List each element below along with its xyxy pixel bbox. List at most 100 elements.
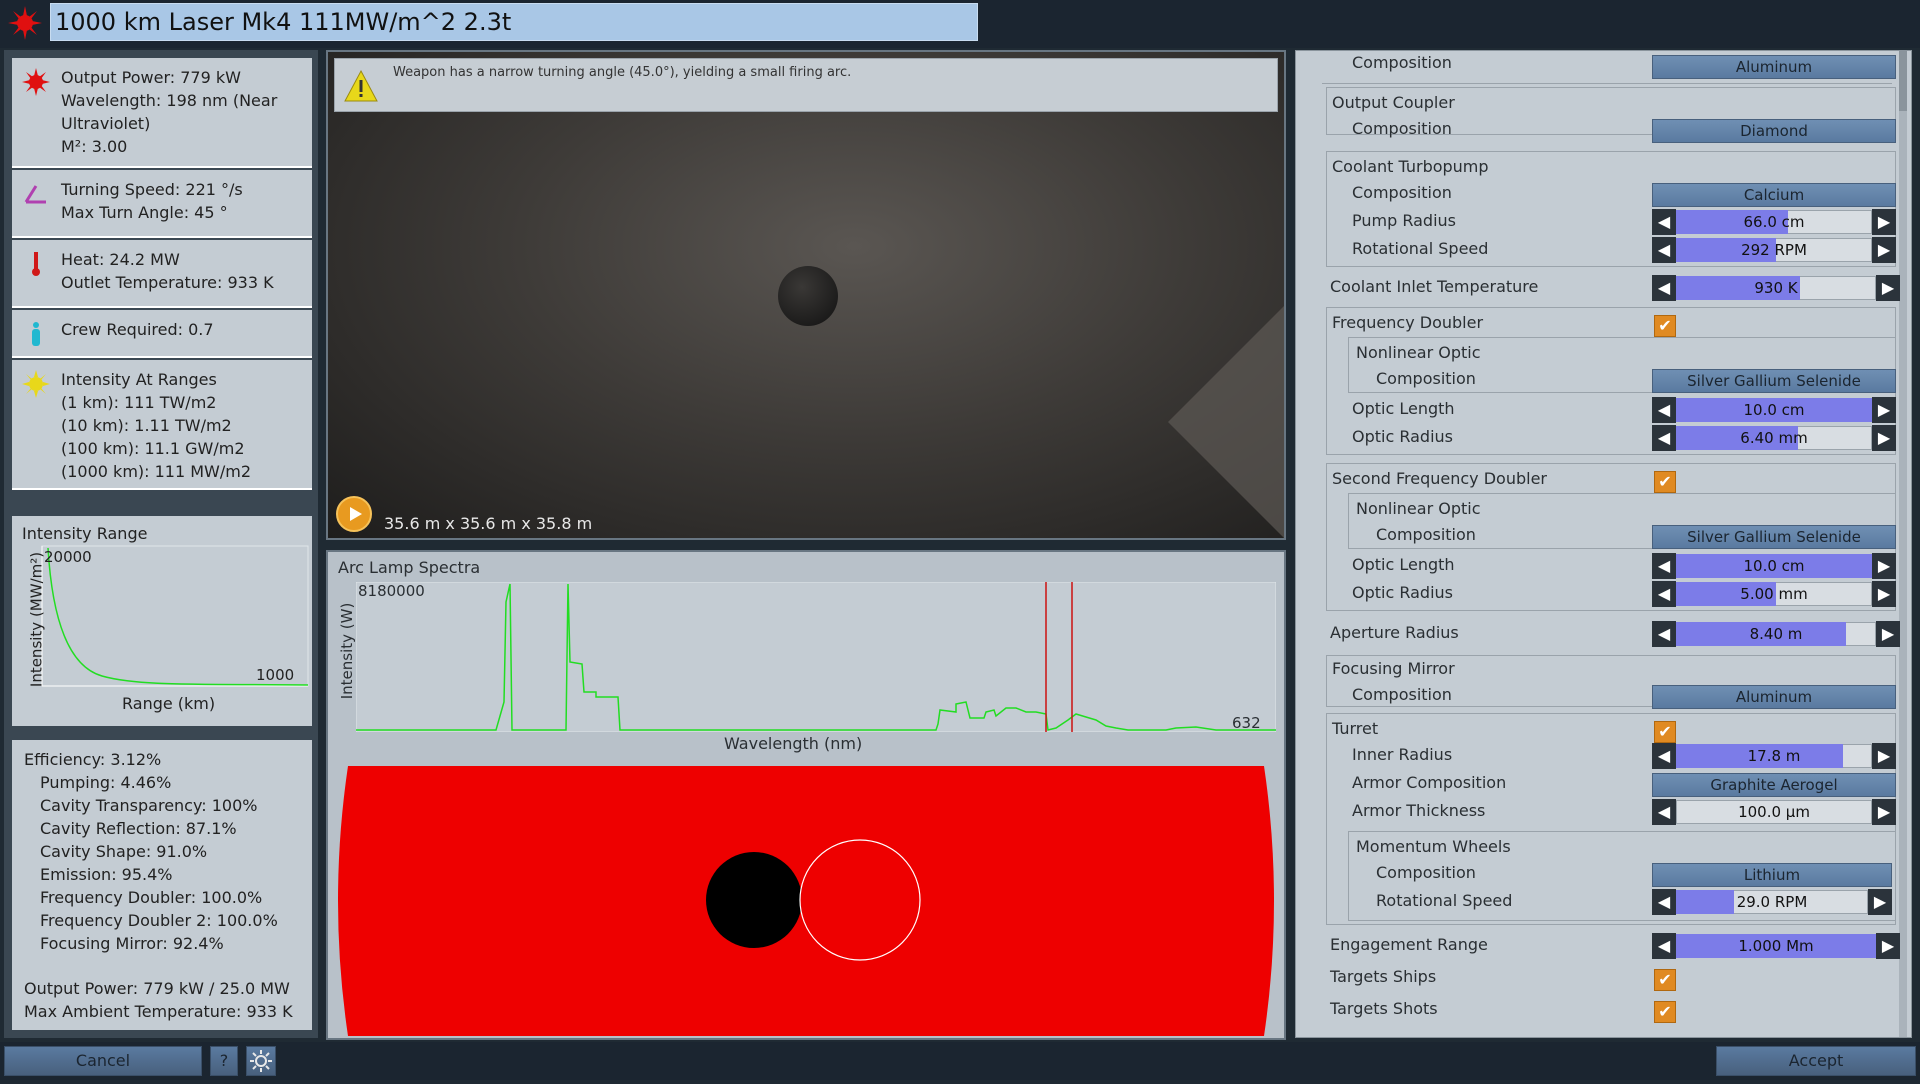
engagement-range-label: Engagement Range [1330,935,1488,954]
turret-checkbox[interactable]: ✔ [1654,721,1676,743]
play-icon [350,507,362,521]
oc-composition-label: Composition [1352,119,1452,138]
rot-speed-slider[interactable]: ◀ 292 RPM ▶ [1652,237,1896,263]
decrease-arrow-icon[interactable]: ◀ [1652,621,1676,647]
stats-panel: Output Power: 779 kW Wavelength: 198 nm … [4,50,318,1038]
decrease-arrow-icon[interactable]: ◀ [1652,933,1676,959]
laser-model [778,266,838,326]
optic-radius-slider[interactable]: ◀ 6.40 mm ▶ [1652,425,1896,451]
eff-pumping: Pumping: 4.46% [40,773,172,792]
nonlinear-optic-2-label: Nonlinear Optic [1356,499,1481,518]
decrease-arrow-icon[interactable]: ◀ [1652,237,1676,263]
decrease-arrow-icon[interactable]: ◀ [1652,553,1676,579]
coolant-inlet-slider[interactable]: ◀ 930 K ▶ [1652,275,1900,301]
optic-length-label: Optic Length [1352,399,1455,418]
laser-icon [22,68,50,96]
increase-arrow-icon[interactable]: ▶ [1868,889,1892,915]
optic-length-2-slider[interactable]: ◀ 10.0 cm ▶ [1652,553,1896,579]
decrease-arrow-icon[interactable]: ◀ [1652,275,1676,301]
intensity-xmax-label: 1000 [256,666,295,684]
targets-shots-checkbox[interactable]: ✔ [1654,1001,1676,1023]
second-freq-doubler-label: Second Frequency Doubler [1332,469,1547,488]
optic-length-slider[interactable]: ◀ 10.0 cm ▶ [1652,397,1896,423]
gear-icon [250,1050,272,1072]
settings-button[interactable] [246,1046,276,1076]
increase-arrow-icon[interactable]: ▶ [1872,397,1896,423]
armor-composition-select[interactable]: Graphite Aerogel [1652,773,1896,797]
intensity-xlabel: Range (km) [122,694,216,713]
momentum-wheels-label: Momentum Wheels [1356,837,1511,856]
ct-composition-select[interactable]: Calcium [1652,183,1896,207]
cancel-button[interactable]: Cancel [4,1046,202,1076]
increase-arrow-icon[interactable]: ▶ [1872,799,1896,825]
output-coupler-label: Output Coupler [1332,93,1455,112]
fm-composition-label: Composition [1352,685,1452,704]
increase-arrow-icon[interactable]: ▶ [1876,621,1900,647]
top-composition-select[interactable]: Aluminum [1652,55,1896,79]
model-dimensions: 35.6 m x 35.6 m x 35.8 m [384,514,593,533]
aperture-label: Aperture Radius [1330,623,1459,642]
intensity-ymax-label: 20000 [44,548,92,566]
armor-thickness-slider[interactable]: ◀ 100.0 µm ▶ [1652,799,1896,825]
turning-speed-text: Turning Speed: 221 °/s [61,180,243,199]
decrease-arrow-icon[interactable]: ◀ [1652,209,1676,235]
outlet-temp-text: Outlet Temperature: 933 K [61,273,274,292]
turning-stats: Turning Speed: 221 °/s Max Turn Angle: 4… [12,170,312,238]
optic-radius-2-label: Optic Radius [1352,583,1453,602]
decrease-arrow-icon[interactable]: ◀ [1652,581,1676,607]
eff-cavity-transparency: Cavity Transparency: 100% [40,796,258,815]
config-scrollbar-thumb[interactable] [1899,51,1907,111]
increase-arrow-icon[interactable]: ▶ [1876,275,1900,301]
oc-composition-select[interactable]: Diamond [1652,119,1896,143]
decrease-arrow-icon[interactable]: ◀ [1652,799,1676,825]
help-button[interactable]: ? [210,1046,238,1076]
inner-radius-slider[interactable]: ◀ 17.8 m ▶ [1652,743,1896,769]
spectra-title: Arc Lamp Spectra [338,558,481,577]
pump-radius-slider[interactable]: ◀ 66.0 cm ▶ [1652,209,1896,235]
crew-icon [32,322,40,346]
decrease-arrow-icon[interactable]: ◀ [1652,889,1676,915]
fm-composition-select[interactable]: Aluminum [1652,685,1896,709]
aperture-slider[interactable]: ◀ 8.40 m ▶ [1652,621,1900,647]
freq-doubler-checkbox[interactable]: ✔ [1654,315,1676,337]
optic-radius-2-slider[interactable]: ◀ 5.00 mm ▶ [1652,581,1896,607]
increase-arrow-icon[interactable]: ▶ [1872,743,1896,769]
increase-arrow-icon[interactable]: ▶ [1872,581,1896,607]
mw-composition-select[interactable]: Lithium [1652,863,1892,887]
beam-core [706,852,802,948]
intensity-ylabel: Intensity (MW/m²) [27,551,46,688]
decrease-arrow-icon[interactable]: ◀ [1652,743,1676,769]
wavelength-band-text: Ultraviolet) [61,114,151,133]
design-name-input[interactable]: 1000 km Laser Mk4 111MW/m^2 2.3t [50,3,978,41]
second-freq-doubler-checkbox[interactable]: ✔ [1654,471,1676,493]
accept-button[interactable]: Accept [1716,1046,1916,1076]
laser-stats: Output Power: 779 kW Wavelength: 198 nm … [12,58,312,168]
engagement-range-slider[interactable]: ◀ 1.000 Mm ▶ [1652,933,1900,959]
increase-arrow-icon[interactable]: ▶ [1876,933,1900,959]
3d-preview-viewport[interactable]: 35.6 m x 35.6 m x 35.8 m [326,50,1286,540]
increase-arrow-icon[interactable]: ▶ [1872,209,1896,235]
sfd-composition-select[interactable]: Silver Gallium Selenide [1652,525,1896,549]
beam-target [799,839,921,961]
decrease-arrow-icon[interactable]: ◀ [1652,425,1676,451]
intensity-1000km: (1000 km): 111 MW/m2 [61,462,252,481]
increase-arrow-icon[interactable]: ▶ [1872,237,1896,263]
intensity-header: Intensity At Ranges [61,370,217,389]
increase-arrow-icon[interactable]: ▶ [1872,553,1896,579]
mw-rotational-speed-slider[interactable]: ◀ 29.0 RPM ▶ [1652,889,1892,915]
warning-icon [344,69,378,102]
sun-icon [22,370,50,398]
beam-profile-diagram [338,766,1274,1036]
targets-ships-checkbox[interactable]: ✔ [1654,969,1676,991]
eff-freq-doubler-2: Frequency Doubler 2: 100.0% [40,911,278,930]
turret-label: Turret [1332,719,1379,738]
armor-thickness-label: Armor Thickness [1352,801,1486,820]
intensity-10km: (10 km): 1.11 TW/m2 [61,416,232,435]
play-button[interactable] [336,496,372,532]
config-scrollbar[interactable] [1899,51,1907,1037]
increase-arrow-icon[interactable]: ▶ [1872,425,1896,451]
fd-composition-select[interactable]: Silver Gallium Selenide [1652,369,1896,393]
eff-cavity-reflection: Cavity Reflection: 87.1% [40,819,237,838]
rot-speed-label: Rotational Speed [1352,239,1489,258]
decrease-arrow-icon[interactable]: ◀ [1652,397,1676,423]
